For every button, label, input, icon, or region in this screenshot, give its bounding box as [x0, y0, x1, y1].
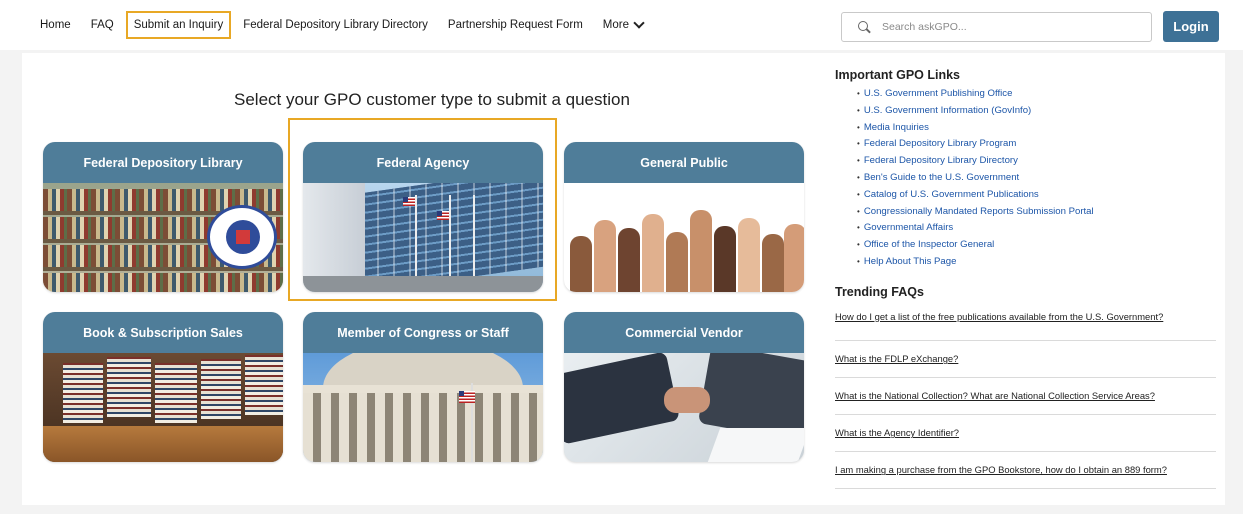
important-links-list: U.S. Government Publishing Office U.S. G…	[857, 86, 1216, 271]
faq-list: How do I get a list of the free publicat…	[835, 309, 1216, 489]
book-stacks-image	[43, 353, 283, 462]
card-general-public[interactable]: General Public	[564, 142, 804, 292]
card-book-subscription-sales[interactable]: Book & Subscription Sales	[43, 312, 283, 462]
link-help-about-page[interactable]: Help About This Page	[857, 254, 1216, 271]
raised-hands-image	[564, 183, 804, 292]
search-input[interactable]	[882, 21, 1142, 33]
fdlp-emblem-icon	[207, 205, 277, 269]
faq-item[interactable]: What is the Agency Identifier?	[835, 415, 1216, 452]
link-fdl-directory[interactable]: Federal Depository Library Directory	[857, 153, 1216, 170]
important-links-heading: Important GPO Links	[835, 68, 961, 82]
nav-fdl-directory[interactable]: Federal Depository Library Directory	[243, 19, 428, 31]
faq-item[interactable]: I am making a purchase from the GPO Book…	[835, 452, 1216, 489]
nav-home[interactable]: Home	[40, 19, 71, 31]
link-catalog[interactable]: Catalog of U.S. Government Publications	[857, 187, 1216, 204]
card-title: Member of Congress or Staff	[303, 312, 543, 353]
nav-partnership-request-form[interactable]: Partnership Request Form	[448, 19, 583, 31]
chevron-down-icon	[633, 17, 645, 29]
nav-submit-inquiry[interactable]: Submit an Inquiry	[125, 11, 232, 39]
faq-item[interactable]: What is the National Collection? What ar…	[835, 378, 1216, 415]
card-commercial-vendor[interactable]: Commercial Vendor	[564, 312, 804, 462]
sidebar: Important GPO Links U.S. Government Publ…	[835, 68, 1216, 489]
link-media-inquiries[interactable]: Media Inquiries	[857, 120, 1216, 137]
link-govinfo[interactable]: U.S. Government Information (GovInfo)	[857, 103, 1216, 120]
link-fdlp[interactable]: Federal Depository Library Program	[857, 136, 1216, 153]
trending-faqs-heading: Trending FAQs	[835, 284, 924, 299]
federal-building-image	[303, 183, 543, 292]
page-heading: Select your GPO customer type to submit …	[234, 90, 630, 109]
card-title: Federal Agency	[303, 142, 543, 183]
top-navigation-bar: Home FAQ Submit an Inquiry Federal Depos…	[0, 0, 1243, 50]
link-governmental-affairs[interactable]: Governmental Affairs	[857, 220, 1216, 237]
handshake-image	[564, 353, 804, 462]
card-member-of-congress[interactable]: Member of Congress or Staff	[303, 312, 543, 462]
faq-item[interactable]: How do I get a list of the free publicat…	[835, 309, 1216, 341]
link-gpo[interactable]: U.S. Government Publishing Office	[857, 86, 1216, 103]
capitol-image	[303, 353, 543, 462]
card-federal-depository-library[interactable]: Federal Depository Library	[43, 142, 283, 292]
card-federal-agency[interactable]: Federal Agency	[303, 142, 543, 292]
main-nav: Home FAQ Submit an Inquiry Federal Depos…	[40, 0, 663, 50]
login-button[interactable]: Login	[1163, 11, 1219, 42]
faq-item[interactable]: What is the FDLP eXchange?	[835, 341, 1216, 378]
nav-more-label: More	[602, 19, 629, 31]
search-box	[841, 12, 1152, 42]
card-title: Federal Depository Library	[43, 142, 283, 183]
link-inspector-general[interactable]: Office of the Inspector General	[857, 237, 1216, 254]
card-title: General Public	[564, 142, 804, 183]
card-title: Book & Subscription Sales	[43, 312, 283, 353]
search-icon	[858, 21, 870, 33]
library-image	[43, 183, 283, 292]
nav-more-menu[interactable]: More	[602, 17, 645, 31]
nav-faq[interactable]: FAQ	[91, 19, 114, 31]
card-title: Commercial Vendor	[564, 312, 804, 353]
link-reports-portal[interactable]: Congressionally Mandated Reports Submiss…	[857, 204, 1216, 221]
link-bens-guide[interactable]: Ben's Guide to the U.S. Government	[857, 170, 1216, 187]
